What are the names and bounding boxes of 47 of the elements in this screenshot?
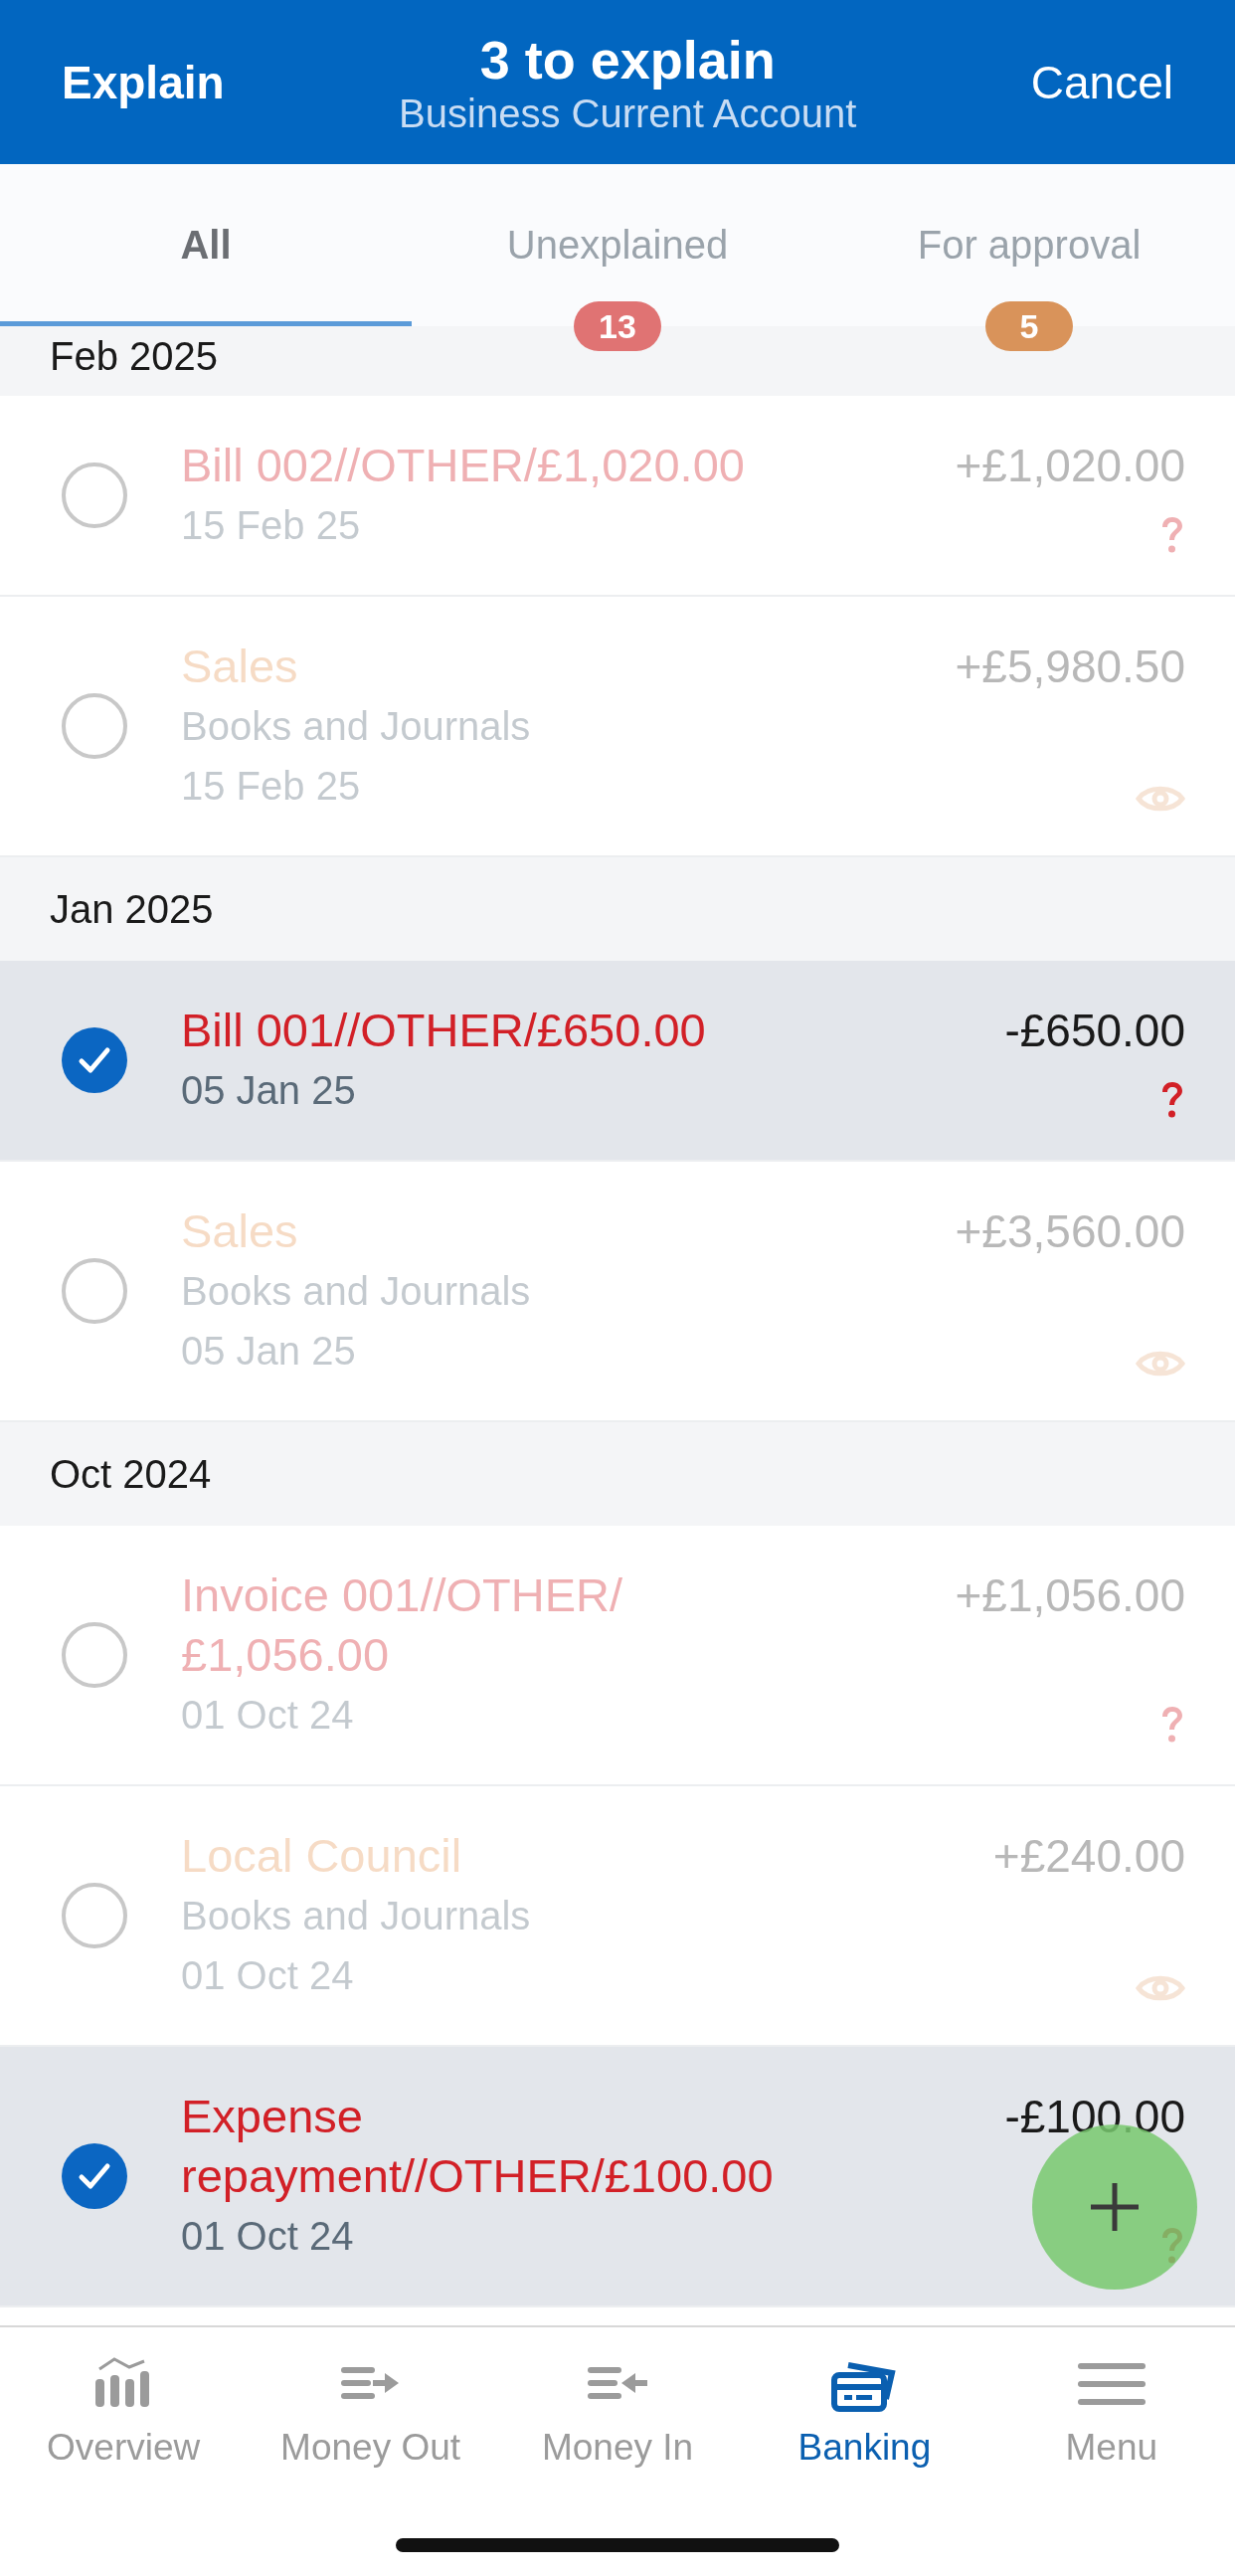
transaction-title: Expense repayment//OTHER/£100.00	[181, 2089, 775, 2204]
nav-tab[interactable]: Menu	[987, 2327, 1235, 2576]
category-label: Books and Journals	[181, 703, 532, 750]
count-badge: 5	[985, 301, 1073, 351]
transaction-date: 01 Oct 24	[181, 1692, 355, 1739]
transaction-amount: +£1,056.00	[955, 1568, 1185, 1623]
nav-tab[interactable]: Banking	[741, 2327, 988, 2576]
nav-tab[interactable]: Overview	[0, 2327, 248, 2576]
transaction-date: 05 Jan 25	[181, 1328, 357, 1375]
select-checkbox[interactable]	[62, 1883, 127, 1948]
transaction-amount: -£650.00	[1004, 1004, 1185, 1058]
transaction-amount: +£3,560.00	[955, 1204, 1185, 1259]
month-header: Oct 2024	[0, 1422, 1235, 1526]
category-label: Books and Journals	[181, 1268, 532, 1315]
select-checkbox[interactable]	[62, 693, 127, 759]
transaction-row[interactable]: Expense repayment//OTHER/£100.00 01 Oct 24 -£100.00	[0, 2047, 1235, 2307]
question-icon	[1159, 1705, 1185, 1745]
transaction-row[interactable]: Bill 001//OTHER/£650.00 05 Jan 25 -£650.00	[0, 961, 1235, 1162]
transaction-date: 15 Feb 25	[181, 502, 362, 549]
category-label: Books and Journals	[181, 1893, 532, 1939]
transaction-amount: +£240.00	[992, 1829, 1185, 1884]
transaction-amount: +£1,020.00	[955, 439, 1185, 493]
transaction-title: Invoice 001//OTHER/£1,056.00	[181, 1567, 624, 1683]
transaction-date: 01 Oct 24	[181, 1952, 355, 1999]
transaction-title: Bill 002//OTHER/£1,020.00	[181, 438, 746, 493]
transaction-title: Sales	[181, 639, 299, 694]
account-subtitle: Business Current Account	[399, 90, 857, 136]
transaction-date: 01 Oct 24	[181, 2213, 355, 2260]
explain-button[interactable]: Explain	[62, 55, 225, 109]
month-header: Jan 2025	[0, 857, 1235, 961]
transaction-title: Local Council	[181, 1828, 463, 1884]
select-checkbox[interactable]	[62, 462, 127, 528]
transaction-title: Sales	[181, 1203, 299, 1259]
transaction-title: Bill 001//OTHER/£650.00	[181, 1003, 707, 1058]
nav-tab[interactable]: Money In	[493, 2327, 742, 2576]
nav-tab[interactable]: Money Out	[247, 2327, 494, 2576]
select-checkbox[interactable]	[62, 1258, 127, 1324]
cancel-button[interactable]: Cancel	[1030, 55, 1173, 109]
count-badge: 13	[574, 301, 661, 351]
question-icon	[1159, 1080, 1185, 1120]
transaction-amount: -£100.00	[1004, 2090, 1185, 2144]
screen-title: 3 to explain	[479, 28, 776, 91]
select-checkbox[interactable]	[62, 1622, 127, 1688]
question-icon	[1159, 515, 1185, 555]
transaction-date: 05 Jan 25	[181, 1067, 357, 1114]
transaction-amount: +£5,980.50	[955, 640, 1185, 694]
transaction-date: 15 Feb 25	[181, 763, 362, 810]
